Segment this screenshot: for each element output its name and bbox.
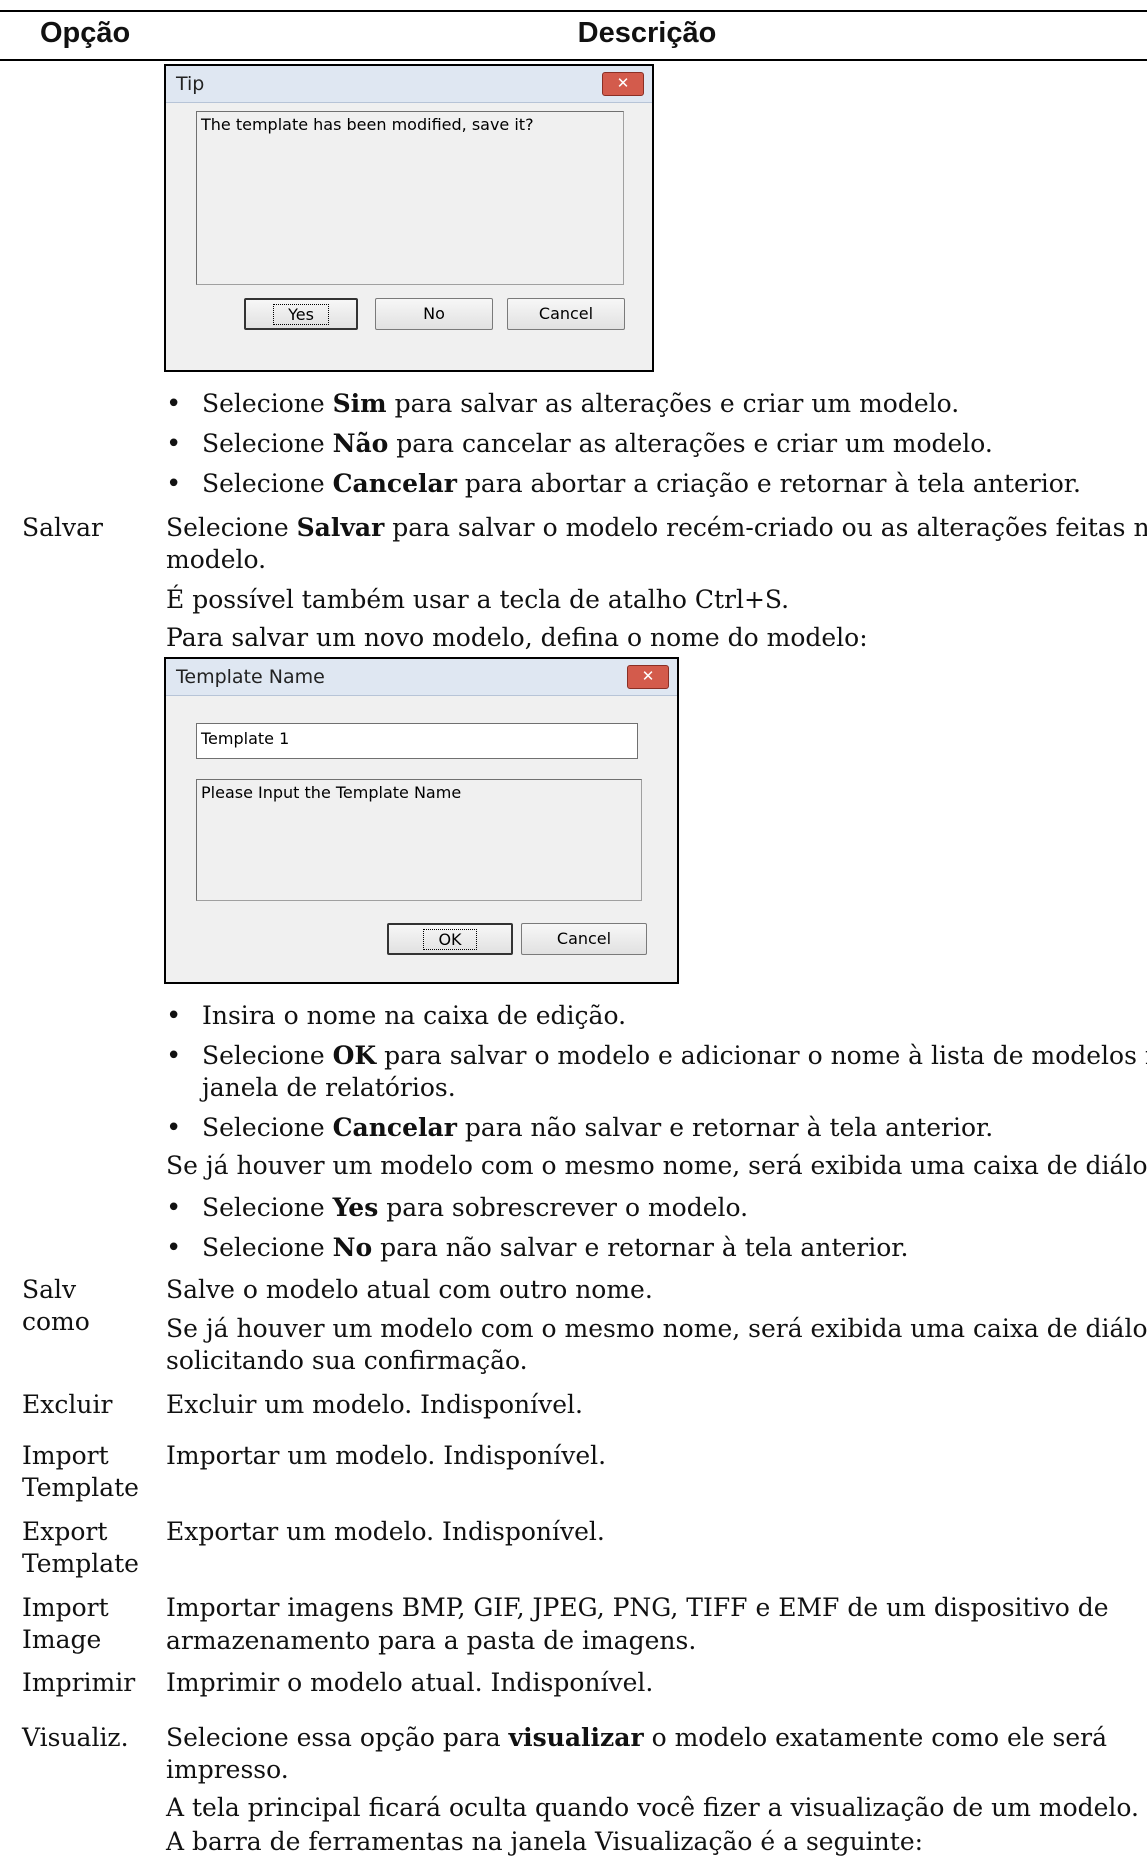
salv-como-desc-line3: solicitando sua confirmação. (166, 1346, 528, 1375)
template-name-hint: Please Input the Template Name (201, 783, 462, 802)
salv-como-desc-line1: Salve o modelo atual com outro nome. (166, 1275, 653, 1304)
salvar-desc-line1: Selecione Salvar para salvar o modelo re… (166, 513, 1147, 542)
tip-dialog-body: The template has been modified, save it?… (166, 103, 652, 370)
yes-button-label: Yes (273, 304, 329, 325)
list-item: Insira o nome na caixa de edição. (166, 1000, 626, 1032)
ok-button[interactable]: OK (387, 923, 513, 955)
option-label-imprimir: Imprimir (22, 1668, 136, 1697)
visualiz-desc-line1: Selecione essa opção para visualizar o m… (166, 1723, 1108, 1752)
ok-button-label: OK (423, 929, 477, 950)
column-header-description: Descrição (577, 17, 717, 49)
import-template-desc: Importar um modelo. Indisponível. (166, 1441, 607, 1470)
option-label-import-template: Import Template (22, 1441, 139, 1502)
list-item: Selecione No para não salvar e retornar … (166, 1232, 908, 1264)
no-button[interactable]: No (375, 298, 493, 330)
tip-dialog-titlebar: Tip ✕ (166, 66, 652, 103)
option-label-import-image: Import Image (22, 1593, 109, 1654)
list-item: Selecione OK para salvar o modelo e adic… (166, 1040, 1147, 1072)
header-top-rule (0, 10, 1147, 12)
salvar-desc-line2: modelo. (166, 545, 267, 574)
close-icon[interactable]: ✕ (602, 72, 644, 96)
template-name-body: Template 1 Please Input the Template Nam… (166, 696, 677, 982)
visualiz-desc-line2: impresso. (166, 1755, 289, 1784)
salvar-desc-line4: Para salvar um novo modelo, defina o nom… (166, 623, 868, 652)
close-icon[interactable]: ✕ (627, 665, 669, 689)
list-item: Selecione Cancelar para não salvar e ret… (166, 1112, 993, 1144)
salv-como-desc-line2: Se já houver um modelo com o mesmo nome,… (166, 1314, 1147, 1343)
option-label-salvar: Salvar (22, 513, 104, 542)
list-item: Selecione Sim para salvar as alterações … (166, 388, 959, 420)
template-name-dialog: Template Name ✕ Template 1 Please Input … (164, 657, 679, 984)
tip-dialog-title: Tip (176, 73, 205, 95)
template-name-titlebar: Template Name ✕ (166, 659, 677, 696)
salvar-desc-line3: É possível também usar a tecla de atalho… (166, 585, 790, 614)
template-name-title: Template Name (176, 666, 325, 688)
option-label-export-template: Export Template (22, 1517, 139, 1578)
cancel-button[interactable]: Cancel (521, 923, 647, 955)
list-item: Selecione Não para cancelar as alteraçõe… (166, 428, 993, 460)
excluir-desc: Excluir um modelo. Indisponível. (166, 1390, 583, 1419)
visualiz-desc-line3: A tela principal ficará oculta quando vo… (166, 1793, 1139, 1822)
option-label-excluir: Excluir (22, 1390, 113, 1419)
tip-message: The template has been modified, save it? (201, 115, 534, 134)
template-name-hint-area: Please Input the Template Name (196, 779, 642, 901)
tip-dialog: Tip ✕ The template has been modified, sa… (164, 64, 654, 372)
visualiz-desc-line4: A barra de ferramentas na janela Visuali… (166, 1827, 924, 1856)
template-name-input[interactable]: Template 1 (196, 723, 638, 759)
imprimir-desc: Imprimir o modelo atual. Indisponível. (166, 1668, 654, 1697)
import-image-desc-line2: armazenamento para a pasta de imagens. (166, 1626, 697, 1655)
duplicate-note: Se já houver um modelo com o mesmo nome,… (166, 1151, 1147, 1180)
import-image-desc-line1: Importar imagens BMP, GIF, JPEG, PNG, TI… (166, 1593, 1109, 1622)
list-item: Selecione Yes para sobrescrever o modelo… (166, 1192, 748, 1224)
header-bottom-rule (0, 59, 1147, 61)
option-label-salv-como: Salv como (22, 1275, 90, 1336)
tip-message-area: The template has been modified, save it? (196, 111, 624, 285)
list-item: Selecione Cancelar para abortar a criaçã… (166, 468, 1081, 500)
list-item-continuation: janela de relatórios. (202, 1073, 456, 1102)
document-page: Opção Descrição Tip ✕ The template has b… (0, 0, 1147, 1858)
export-template-desc: Exportar um modelo. Indisponível. (166, 1517, 605, 1546)
yes-button[interactable]: Yes (244, 298, 358, 330)
option-label-visualiz: Visualiz. (22, 1723, 129, 1752)
cancel-button[interactable]: Cancel (507, 298, 625, 330)
